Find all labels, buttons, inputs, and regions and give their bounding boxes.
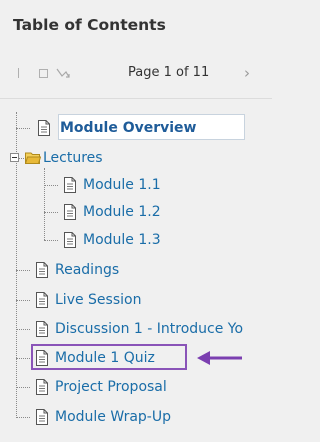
- toc-item-module-wrap-up[interactable]: Module Wrap-Up: [34, 406, 171, 428]
- divider: [0, 98, 272, 99]
- tree-connector: [16, 329, 30, 330]
- toc-item-discussion-1[interactable]: Discussion 1 - Introduce Yo: [34, 318, 272, 340]
- tree-connector: [16, 300, 30, 301]
- arrow-left-icon: [197, 351, 242, 365]
- checkbox-icon[interactable]: [36, 62, 50, 84]
- document-icon: [34, 321, 50, 337]
- tree-connector: [16, 270, 30, 271]
- tree-connector: [44, 240, 58, 241]
- toc-item-label: Module Overview: [60, 120, 197, 136]
- tree-connector: [16, 387, 30, 388]
- document-icon: [34, 292, 50, 308]
- toc-item-label: Module 1.2: [83, 204, 161, 220]
- chevron-right-icon[interactable]: ›: [240, 62, 254, 84]
- highlight-box: [31, 344, 187, 370]
- table-of-contents-panel: Table of Contents Page 1 of 11 › Module …: [0, 0, 272, 442]
- document-icon: [62, 204, 78, 220]
- sync-icon-glyph: [56, 68, 70, 78]
- document-icon: [34, 379, 50, 395]
- toc-item-label: Readings: [55, 262, 120, 278]
- document-icon: [62, 232, 78, 248]
- document-icon: [36, 120, 52, 136]
- collapse-toggle-icon[interactable]: [10, 153, 19, 162]
- tree-connector: [44, 212, 58, 213]
- toc-item-module-1-1[interactable]: Module 1.1: [62, 174, 161, 196]
- toc-item-label: Module Wrap-Up: [55, 409, 171, 425]
- tree-connector: [16, 417, 30, 418]
- toc-folder-lectures[interactable]: Lectures: [25, 147, 103, 169]
- toc-item-live-session[interactable]: Live Session: [34, 289, 141, 311]
- tree-connector: [16, 128, 30, 129]
- tree-connector: [19, 158, 24, 159]
- toc-item-label: Discussion 1 - Introduce Yo: [55, 321, 244, 337]
- toc-item-label: Project Proposal: [55, 379, 167, 395]
- toc-item-readings[interactable]: Readings: [34, 259, 119, 281]
- tree-connector: [16, 358, 30, 359]
- first-page-icon[interactable]: [13, 62, 23, 84]
- sync-icon[interactable]: [53, 62, 73, 84]
- toc-item-module-1-2[interactable]: Module 1.2: [62, 201, 161, 223]
- document-icon: [62, 177, 78, 193]
- panel-title: Table of Contents: [13, 16, 166, 34]
- toc-item-project-proposal[interactable]: Project Proposal: [34, 376, 167, 398]
- toc-item-module-overview[interactable]: Module Overview: [36, 117, 197, 139]
- document-icon: [34, 409, 50, 425]
- toc-item-label: Live Session: [55, 292, 142, 308]
- toc-item-module-1-3[interactable]: Module 1.3: [62, 229, 161, 251]
- pager-toolbar: Page 1 of 11 ›: [0, 62, 272, 84]
- page-indicator: Page 1 of 11: [128, 65, 210, 80]
- toc-item-label: Lectures: [43, 150, 103, 166]
- folder-open-icon: [25, 150, 41, 166]
- toc-item-label: Module 1.3: [83, 232, 161, 248]
- document-icon: [34, 262, 50, 278]
- toc-item-label: Module 1.1: [83, 177, 161, 193]
- tree-connector: [44, 168, 45, 240]
- tree-connector: [44, 185, 58, 186]
